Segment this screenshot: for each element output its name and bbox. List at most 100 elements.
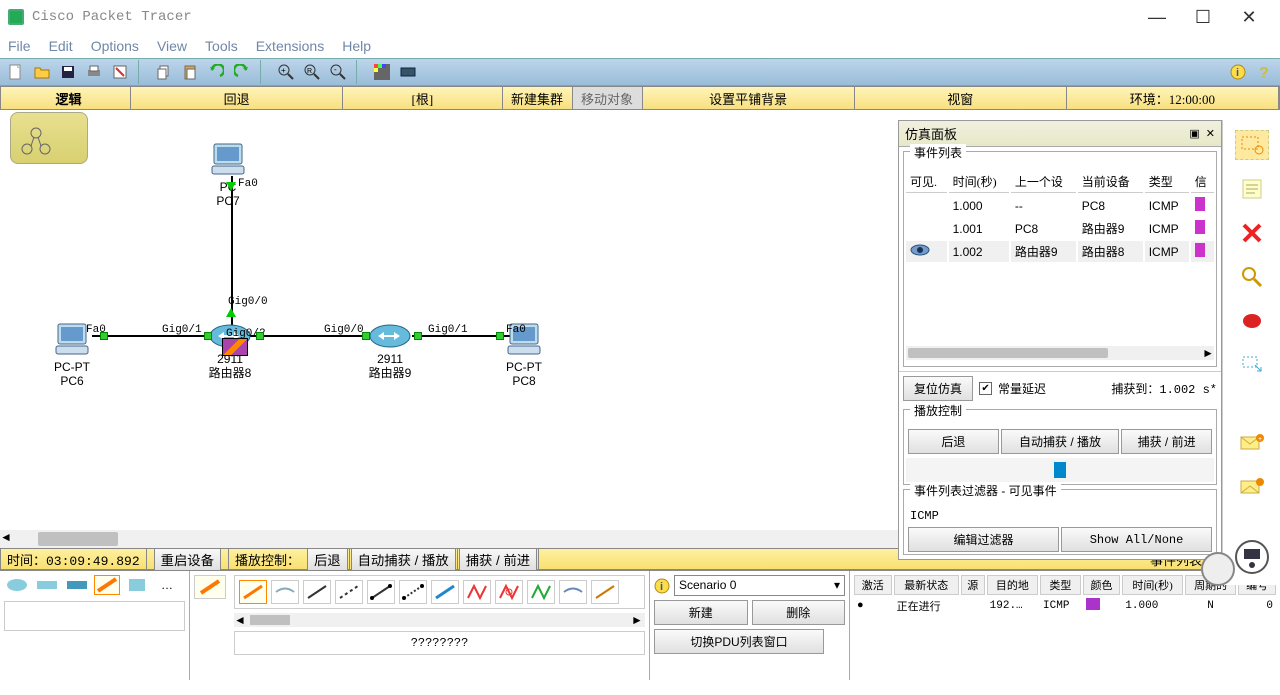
- maximize-button[interactable]: ☐: [1180, 2, 1226, 32]
- conn-octal-icon[interactable]: [527, 580, 555, 604]
- pdu-col-time[interactable]: 时间(秒): [1122, 575, 1183, 595]
- conn-fiber-icon[interactable]: [367, 580, 395, 604]
- redo-icon[interactable]: [230, 60, 254, 84]
- pdu-col-type[interactable]: 类型: [1040, 575, 1081, 595]
- play-back-button[interactable]: 后退: [908, 429, 999, 454]
- col-type[interactable]: 类型: [1145, 171, 1189, 193]
- yb-auto-button[interactable]: 自动捕获 / 播放: [351, 548, 456, 571]
- menu-extensions[interactable]: Extensions: [256, 38, 324, 54]
- edit-filter-button[interactable]: 编辑过滤器: [908, 527, 1059, 552]
- conn-custom-icon[interactable]: [591, 580, 619, 604]
- show-all-none-button[interactable]: Show All/None: [1061, 527, 1212, 552]
- conn-usb-icon[interactable]: [559, 580, 587, 604]
- minimize-button[interactable]: —: [1134, 2, 1180, 32]
- paste-icon[interactable]: [178, 60, 202, 84]
- add-simple-pdu-icon[interactable]: +: [1235, 428, 1269, 458]
- toggle-pdu-list-button[interactable]: 切换PDU列表窗口: [654, 629, 824, 654]
- pdu-packet-icon[interactable]: [222, 338, 248, 356]
- connections-hscroll[interactable]: ◄►: [234, 613, 645, 627]
- realtime-sim-toggle[interactable]: [1198, 537, 1278, 587]
- inspect-tool-icon[interactable]: [1235, 262, 1269, 292]
- print-icon[interactable]: [82, 60, 106, 84]
- wizard-icon[interactable]: [108, 60, 132, 84]
- draw-ellipse-icon[interactable]: [1235, 306, 1269, 336]
- menu-view[interactable]: View: [157, 38, 187, 54]
- help-icon[interactable]: ?: [1252, 60, 1276, 84]
- conn-cross-icon[interactable]: [335, 580, 363, 604]
- undo-icon[interactable]: [204, 60, 228, 84]
- environment-label[interactable]: 环境：12:00:00: [1067, 87, 1279, 109]
- event-list-hscroll[interactable]: ►: [906, 346, 1214, 360]
- conn-console-icon[interactable]: [271, 580, 299, 604]
- cat-more-icon[interactable]: …: [154, 575, 180, 595]
- save-icon[interactable]: [56, 60, 80, 84]
- play-speed-slider[interactable]: [906, 458, 1214, 482]
- viewport-button[interactable]: 视窗: [855, 87, 1067, 109]
- conn-coax-icon[interactable]: [431, 580, 459, 604]
- pdu-row[interactable]: ● 正在进行 192.… ICMP 1.000 N 0: [854, 597, 1276, 615]
- event-row-selected[interactable]: 1.002路由器9路由器8ICMP: [906, 241, 1214, 262]
- scenario-new-button[interactable]: 新建: [654, 600, 748, 625]
- zoom-in-icon[interactable]: +: [274, 60, 298, 84]
- auto-capture-button[interactable]: 自动捕获 / 播放: [1001, 429, 1119, 454]
- restart-devices-button[interactable]: 重启设备: [154, 548, 221, 571]
- pdu-col-fire[interactable]: 激活: [854, 575, 892, 595]
- add-complex-pdu-icon[interactable]: [1235, 472, 1269, 502]
- col-visible[interactable]: 可见.: [906, 171, 947, 193]
- scenario-info-icon[interactable]: i: [654, 578, 670, 594]
- scenario-select[interactable]: Scenario 0▾: [674, 575, 845, 596]
- selected-conn-icon[interactable]: [194, 575, 226, 599]
- cat-end-devices-icon[interactable]: [124, 575, 150, 595]
- menu-tools[interactable]: Tools: [205, 38, 238, 54]
- yb-fwd-button[interactable]: 捕获 / 前进: [459, 548, 537, 571]
- pdu-col-status[interactable]: 最新状态: [894, 575, 959, 595]
- open-file-icon[interactable]: [30, 60, 54, 84]
- root-label[interactable]: [根]: [343, 87, 502, 109]
- pdu-col-dst[interactable]: 目的地: [987, 575, 1038, 595]
- conn-serial-dce-icon[interactable]: [463, 580, 491, 604]
- note-tool-icon[interactable]: [1235, 174, 1269, 204]
- move-object-button[interactable]: 移动对象: [573, 87, 643, 109]
- set-tile-bg-button[interactable]: 设置平铺背景: [643, 87, 855, 109]
- zoom-reset-icon[interactable]: R: [300, 60, 324, 84]
- select-tool-icon[interactable]: [1235, 130, 1269, 160]
- resize-tool-icon[interactable]: [1235, 350, 1269, 380]
- const-delay-checkbox[interactable]: ✔: [979, 382, 992, 395]
- info-icon[interactable]: i: [1226, 60, 1250, 84]
- logical-view-tab[interactable]: [10, 112, 88, 164]
- cat-hubs-icon[interactable]: [64, 575, 90, 595]
- scenario-delete-button[interactable]: 删除: [752, 600, 846, 625]
- new-cluster-button[interactable]: 新建集群: [503, 87, 573, 109]
- palette-icon[interactable]: [370, 60, 394, 84]
- pdu-col-color[interactable]: 颜色: [1083, 575, 1121, 595]
- conn-auto-icon[interactable]: [239, 580, 267, 604]
- sim-rollup-icon[interactable]: ▣: [1189, 127, 1199, 140]
- yb-back-button[interactable]: 后退: [307, 548, 348, 571]
- copy-icon[interactable]: [152, 60, 176, 84]
- zoom-out-icon[interactable]: -: [326, 60, 350, 84]
- menu-help[interactable]: Help: [342, 38, 371, 54]
- device-router9[interactable]: 2911 路由器9: [368, 322, 412, 381]
- col-info[interactable]: 信: [1191, 171, 1214, 193]
- close-button[interactable]: ✕: [1226, 2, 1272, 32]
- menu-file[interactable]: File: [8, 38, 31, 54]
- event-row[interactable]: 1.001PC8路由器9ICMP: [906, 218, 1214, 239]
- sim-close-icon[interactable]: ✕: [1206, 127, 1215, 140]
- col-last-dev[interactable]: 上一个设: [1011, 171, 1076, 193]
- reset-sim-button[interactable]: 复位仿真: [903, 376, 973, 401]
- pdu-col-src[interactable]: 源: [961, 575, 985, 595]
- col-cur-dev[interactable]: 当前设备: [1078, 171, 1143, 193]
- capture-fwd-button[interactable]: 捕获 / 前进: [1121, 429, 1212, 454]
- cat-switches-icon[interactable]: [34, 575, 60, 595]
- conn-phone-icon[interactable]: [399, 580, 427, 604]
- custom-device-icon[interactable]: [396, 60, 420, 84]
- back-button[interactable]: 回退: [131, 87, 343, 109]
- cat-connections-icon[interactable]: [94, 575, 120, 595]
- menu-options[interactable]: Options: [91, 38, 139, 54]
- conn-serial-dte-icon[interactable]: [495, 580, 523, 604]
- menu-edit[interactable]: Edit: [49, 38, 73, 54]
- col-time[interactable]: 时间(秒): [949, 171, 1009, 193]
- event-row[interactable]: 1.000--PC8ICMP: [906, 195, 1214, 216]
- device-pc7[interactable]: PC PC7: [208, 142, 248, 209]
- delete-tool-icon[interactable]: [1235, 218, 1269, 248]
